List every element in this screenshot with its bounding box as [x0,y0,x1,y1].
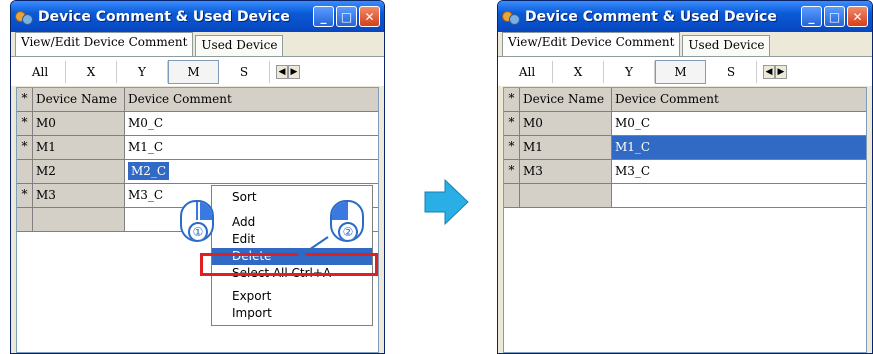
row-mark: * [504,112,520,135]
subtab-y[interactable]: Y [604,60,655,83]
device-comment-cell[interactable]: M0_C [125,112,378,135]
table-row[interactable]: * M1 M1_C [504,136,866,160]
device-comment-cell[interactable]: M1_C [125,136,378,159]
tab-view-edit-comment[interactable]: View/Edit Device Comment [15,32,194,56]
row-mark: * [17,136,33,159]
device-grid: * Device Name Device Comment * M0 M0_C * M1… [503,87,867,353]
subtab-m[interactable]: M [655,59,706,84]
scroll-right-icon[interactable]: ▶ [288,64,300,79]
highlight-box [200,253,378,276]
subtab-all[interactable]: All [15,60,66,83]
device-comment-cell-selected[interactable]: M2_C [128,162,170,180]
device-name-cell[interactable]: M0 [33,112,125,135]
header-device-comment: Device Comment [612,88,866,111]
table-row[interactable]: M2 M2_C [17,160,378,184]
table-row[interactable]: * M0 M0_C [17,112,378,136]
table-row[interactable]: * M0 M0_C [504,112,866,136]
title-bar: Device Comment & Used Device _ □ ✕ [498,1,872,32]
tab-used-device[interactable]: Used Device [682,35,771,56]
scroll-left-icon[interactable]: ◀ [276,64,288,79]
device-comment-cell[interactable]: M0_C [612,112,866,135]
right-click-mouse-icon: ① [180,200,214,242]
row-mark [504,184,520,207]
subtab-s[interactable]: S [219,60,270,83]
device-name-cell[interactable]: M3 [520,160,612,183]
device-comment-cell[interactable]: M3_C [612,160,866,183]
close-button[interactable]: ✕ [359,6,380,27]
step-number: ① [188,222,208,240]
maximize-button[interactable]: □ [824,6,845,27]
header-device-name: Device Name [33,88,125,111]
device-name-cell[interactable]: M2 [33,160,125,183]
row-mark [17,208,33,231]
header-mark: * [17,88,33,111]
table-row[interactable]: * M3 M3_C [504,160,866,184]
menu-item-export[interactable]: Export [212,288,372,305]
device-name-cell[interactable]: M0 [520,112,612,135]
header-mark: * [504,88,520,111]
pointer-arrow-icon [296,236,329,259]
tab-used-device[interactable]: Used Device [195,35,284,56]
minimize-button[interactable]: _ [313,6,334,27]
device-name-cell[interactable] [33,208,125,231]
tab-view-edit-comment[interactable]: View/Edit Device Comment [502,32,681,56]
scroll-left-icon[interactable]: ◀ [763,64,775,79]
window-title: Device Comment & Used Device [525,8,777,25]
left-click-mouse-icon: ② [330,200,364,242]
title-bar: Device Comment & Used Device _ □ ✕ [11,1,384,32]
header-device-comment: Device Comment [125,88,378,111]
subtab-x[interactable]: X [553,60,604,83]
device-name-cell[interactable]: M1 [520,136,612,159]
table-row[interactable] [504,184,866,208]
row-mark: * [17,184,33,207]
row-mark: * [504,136,520,159]
close-button[interactable]: ✕ [847,6,868,27]
step-number: ② [338,222,358,240]
menu-item-import[interactable]: Import [212,305,372,322]
subtab-y[interactable]: Y [117,60,168,83]
subtab-m[interactable]: M [168,59,219,84]
row-mark: * [504,160,520,183]
subtab-x[interactable]: X [66,60,117,83]
header-device-name: Device Name [520,88,612,111]
subtab-all[interactable]: All [502,60,553,83]
table-row[interactable]: * M1 M1_C [17,136,378,160]
window-after: Device Comment & Used Device _ □ ✕ View/… [497,0,873,354]
subtab-s[interactable]: S [706,60,757,83]
transition-arrow-icon [424,178,469,226]
minimize-button[interactable]: _ [801,6,822,27]
app-icon [15,9,33,25]
app-icon [502,9,520,25]
row-mark: * [17,112,33,135]
device-name-cell[interactable] [520,184,612,207]
device-name-cell[interactable]: M3 [33,184,125,207]
maximize-button[interactable]: □ [336,6,357,27]
device-comment-cell[interactable] [612,184,866,207]
device-name-cell[interactable]: M1 [33,136,125,159]
device-comment-cell-selected[interactable]: M1_C [612,136,866,159]
window-title: Device Comment & Used Device [38,8,290,25]
scroll-right-icon[interactable]: ▶ [775,64,787,79]
row-mark [17,160,33,183]
